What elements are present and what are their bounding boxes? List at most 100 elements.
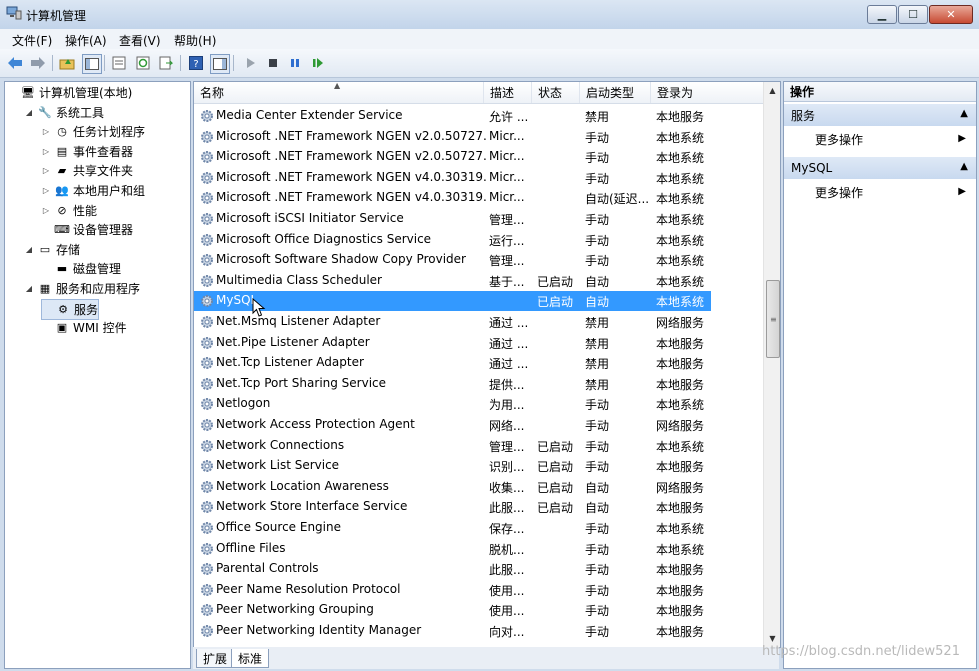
table-row[interactable]: Network Location Awareness 收集... 已启动 自动 网络服务 xyxy=(194,477,711,497)
menu-file[interactable]: 文件(F) xyxy=(12,32,52,49)
restart-service-button[interactable] xyxy=(309,54,327,72)
expand-toggle-icon[interactable]: ◢ xyxy=(24,108,34,117)
table-row[interactable]: Net.Tcp Listener Adapter 通过 ... 禁用 本地服务 xyxy=(194,353,711,373)
scroll-thumb[interactable]: ≡ xyxy=(766,280,780,358)
service-gear-icon xyxy=(199,232,215,248)
service-startup-type: 手动 xyxy=(585,460,610,475)
collapse-icon[interactable]: ▲ xyxy=(960,108,968,119)
table-row[interactable]: Parental Controls 此服... 手动 本地服务 xyxy=(194,559,711,579)
service-status: 已启动 xyxy=(537,460,574,475)
vertical-scrollbar[interactable]: ▲ ≡ ▼ xyxy=(763,82,780,647)
stop-service-button[interactable] xyxy=(264,54,282,72)
table-row[interactable]: MySQL 已启动 自动 本地系统 xyxy=(194,291,711,312)
expand-toggle-icon[interactable]: ▷ xyxy=(41,186,51,195)
menu-action[interactable]: 操作(A) xyxy=(65,32,107,49)
pause-service-button[interactable] xyxy=(286,54,304,72)
column-header-description[interactable]: 描述 xyxy=(484,82,532,103)
tree-item[interactable]: ▷ ◷ 任务计划程序 xyxy=(41,122,145,141)
table-row[interactable]: Network List Service 识别... 已启动 手动 本地服务 xyxy=(194,456,711,476)
table-row[interactable]: Microsoft iSCSI Initiator Service 管理... 手动… xyxy=(194,209,711,229)
forward-button[interactable] xyxy=(29,54,47,72)
table-row[interactable]: Netlogon 为用... 手动 本地系统 xyxy=(194,394,711,414)
column-header-log-on-as[interactable]: 登录为 xyxy=(651,82,764,103)
service-name: Network Store Interface Service xyxy=(216,499,408,514)
service-startup-type: 手动 xyxy=(585,213,610,227)
help-button[interactable]: ? xyxy=(187,54,205,72)
table-row[interactable]: Offline Files 脱机... 手动 本地系统 xyxy=(194,539,711,559)
service-startup-type: 自动 xyxy=(585,274,610,289)
tree-item[interactable]: ◢ ▭ 存储 xyxy=(24,240,80,259)
tree-item[interactable]: ▣ WMI 控件 xyxy=(41,318,127,337)
table-row[interactable]: Peer Name Resolution Protocol 使用... 手动 本地服务 xyxy=(194,580,711,600)
table-row[interactable]: Office Source Engine 保存... 手动 本地系统 xyxy=(194,518,711,538)
column-header-startup-type[interactable]: 启动类型 xyxy=(580,82,651,103)
service-startup-type: 手动 xyxy=(585,604,610,619)
section-title: MySQL xyxy=(791,161,833,175)
tree-item[interactable]: ◢ 🔧 系统工具 xyxy=(24,103,104,122)
tab-extended[interactable]: 扩展 xyxy=(196,649,235,668)
expand-toggle-icon[interactable]: ▷ xyxy=(41,127,51,136)
show-action-pane-button[interactable] xyxy=(210,54,230,74)
action-section-mysql[interactable]: MySQL ▲ xyxy=(784,157,976,179)
table-row[interactable]: Network Connections 管理... 已启动 手动 本地系统 xyxy=(194,436,711,456)
properties-button[interactable] xyxy=(110,54,128,72)
table-row[interactable]: Microsoft .NET Framework NGEN v4.0.30319… xyxy=(194,188,711,208)
action-section-services[interactable]: 服务 ▲ xyxy=(784,104,976,126)
tree-item[interactable]: ▬ 磁盘管理 xyxy=(41,259,121,278)
show-hide-tree-button[interactable] xyxy=(82,54,102,74)
submenu-arrow-icon: ▶ xyxy=(958,186,966,197)
service-name: Net.Pipe Listener Adapter xyxy=(216,334,370,349)
expand-toggle-icon[interactable]: ▷ xyxy=(41,147,51,156)
more-actions-services[interactable]: 更多操作 xyxy=(815,131,863,148)
table-row[interactable]: Media Center Extender Service 允许 ... 禁用 本地服… xyxy=(194,106,711,126)
table-row[interactable]: Peer Networking Identity Manager 向对... 手动 本… xyxy=(194,621,711,641)
service-log-on-as: 本地服务 xyxy=(656,583,705,598)
refresh-button[interactable] xyxy=(134,54,152,72)
scroll-up-icon[interactable]: ▲ xyxy=(764,82,780,99)
tree-item[interactable]: ▷ 👥 本地用户和组 xyxy=(41,181,145,200)
minimize-button[interactable]: ▁ xyxy=(867,5,897,24)
tree-item[interactable]: ⚙ 服务 xyxy=(41,298,100,320)
menu-view[interactable]: 查看(V) xyxy=(119,32,161,49)
service-gear-icon xyxy=(199,252,215,268)
table-row[interactable]: Net.Pipe Listener Adapter 通过 ... 禁用 本地服务 xyxy=(194,333,711,353)
up-folder-button[interactable] xyxy=(58,54,76,72)
window-controls: ▁ ☐ ✕ xyxy=(866,5,973,24)
expand-toggle-icon[interactable]: ▷ xyxy=(41,206,51,215)
tab-standard[interactable]: 标准 xyxy=(231,649,270,668)
table-row[interactable]: Net.Tcp Port Sharing Service 提供... 禁用 本地服务 xyxy=(194,374,711,394)
back-button[interactable] xyxy=(6,54,24,72)
close-button[interactable]: ✕ xyxy=(929,5,973,24)
expand-toggle-icon[interactable]: ◢ xyxy=(24,284,34,293)
table-row[interactable]: Net.Msmq Listener Adapter 通过 ... 禁用 网络服务 xyxy=(194,312,711,332)
service-name: Net.Tcp Port Sharing Service xyxy=(216,375,387,390)
tree-item[interactable]: ▷ ⊘ 性能 xyxy=(41,201,97,220)
table-row[interactable]: Microsoft .NET Framework NGEN v2.0.50727… xyxy=(194,127,711,147)
service-description: 使用... xyxy=(489,604,525,619)
column-header-name[interactable]: 名称 ▲ xyxy=(194,82,484,103)
maximize-button[interactable]: ☐ xyxy=(898,5,928,24)
tree-item[interactable]: ◢ ▦ 服务和应用程序 xyxy=(24,279,140,298)
menu-help[interactable]: 帮助(H) xyxy=(174,32,216,49)
table-row[interactable]: Microsoft Software Shadow Copy Provider 管… xyxy=(194,250,711,270)
tree-item[interactable]: 🖥 计算机管理(本地) xyxy=(7,83,132,102)
expand-toggle-icon[interactable]: ▷ xyxy=(41,166,51,175)
table-row[interactable]: Network Access Protection Agent 网络... 手动 网络… xyxy=(194,415,711,435)
table-row[interactable]: Microsoft Office Diagnostics Service 运行..… xyxy=(194,230,711,250)
up-folder-icon xyxy=(59,59,75,70)
table-row[interactable]: Microsoft .NET Framework NGEN v4.0.30319… xyxy=(194,168,711,188)
table-row[interactable]: Peer Networking Grouping 使用... 手动 本地服务 xyxy=(194,600,711,620)
tree-item[interactable]: ▷ ▰ 共享文件夹 xyxy=(41,161,133,180)
start-service-button[interactable] xyxy=(242,54,260,72)
service-description: 基于... xyxy=(489,274,525,289)
table-row[interactable]: Network Store Interface Service 此服... 已启动自… xyxy=(194,497,711,517)
collapse-icon[interactable]: ▲ xyxy=(960,161,968,172)
more-actions-mysql[interactable]: 更多操作 xyxy=(815,184,863,201)
column-header-status[interactable]: 状态 xyxy=(532,82,580,103)
export-list-button[interactable] xyxy=(157,54,175,72)
table-row[interactable]: Multimedia Class Scheduler 基于... 已启动 自动 本地系统 xyxy=(194,271,711,291)
table-row[interactable]: Microsoft .NET Framework NGEN v2.0.50727… xyxy=(194,147,711,167)
tree-item[interactable]: ▷ ▤ 事件查看器 xyxy=(41,142,133,161)
tree-item[interactable]: ⌨ 设备管理器 xyxy=(41,220,133,239)
expand-toggle-icon[interactable]: ◢ xyxy=(24,245,34,254)
